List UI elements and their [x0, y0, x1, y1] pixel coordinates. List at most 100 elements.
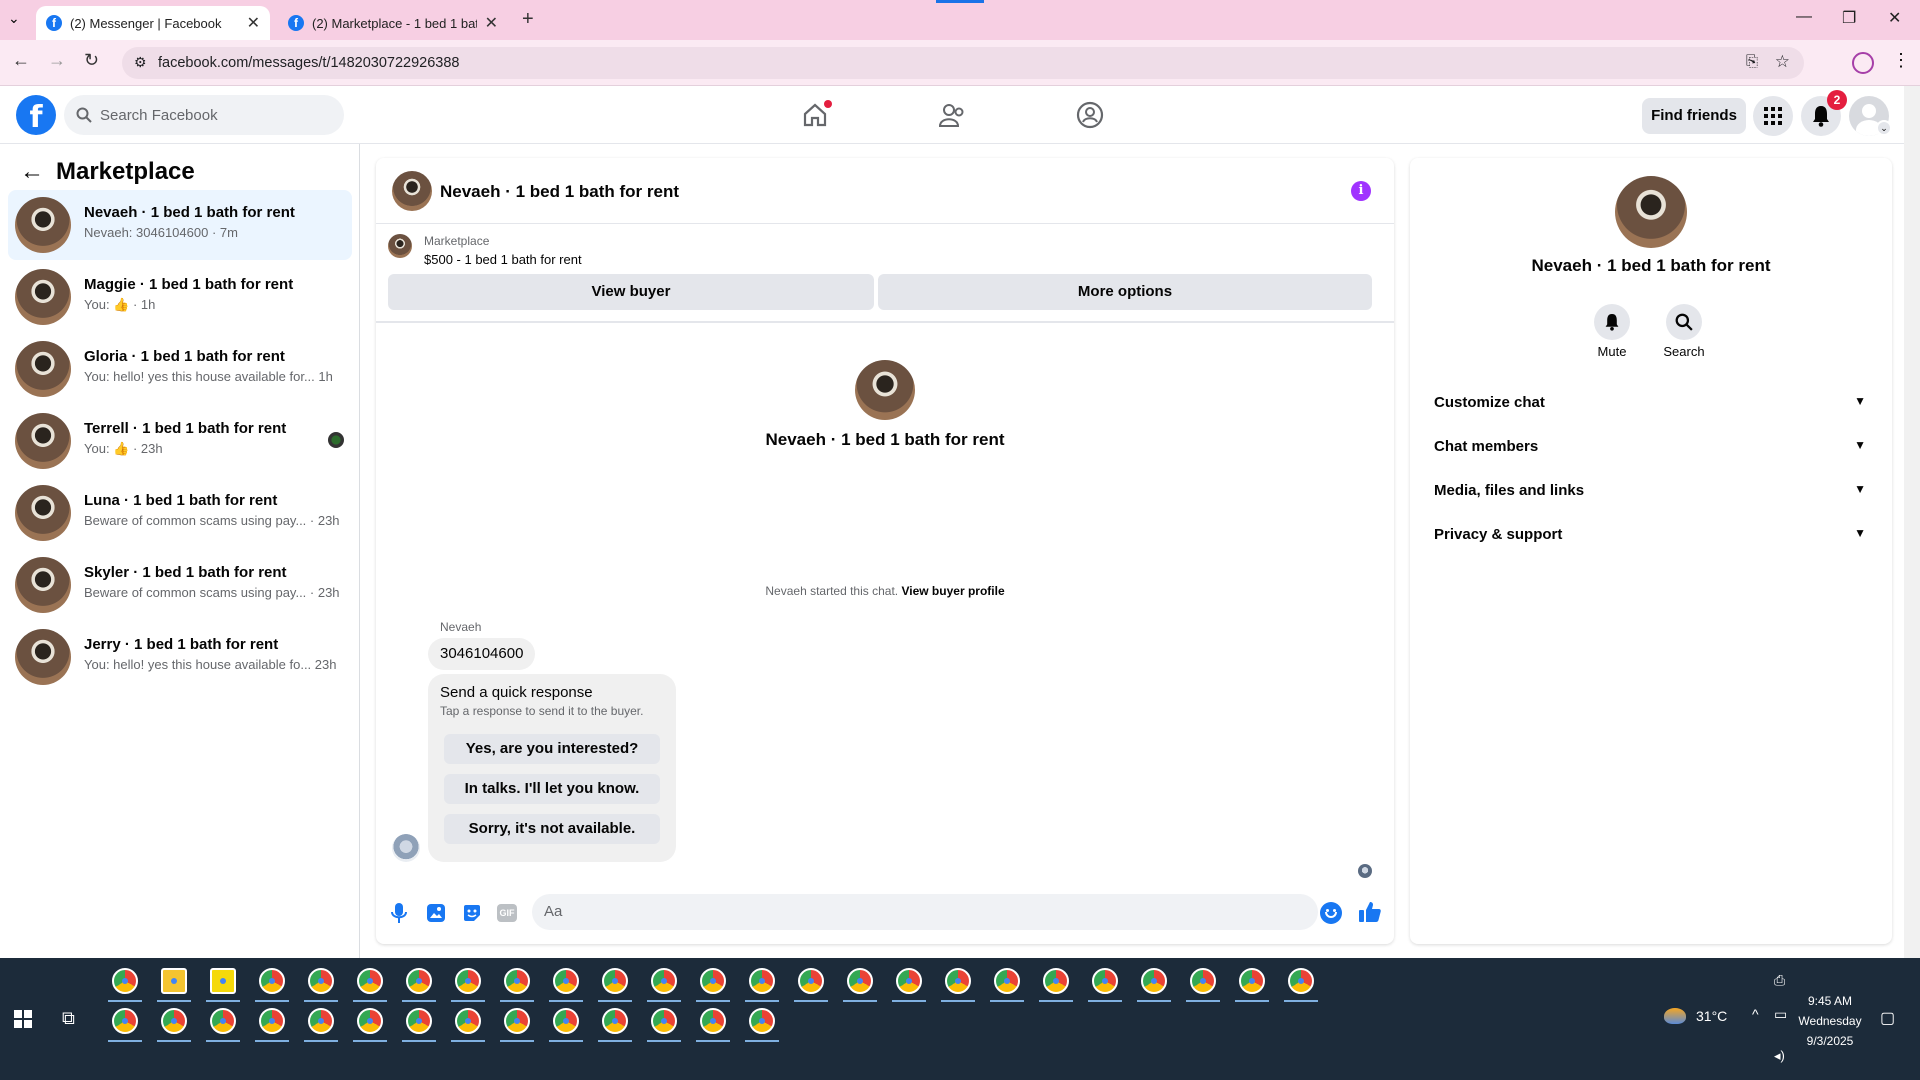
facebook-search-input[interactable]: Search Facebook: [64, 95, 344, 135]
conversation-item-maggie[interactable]: Maggie · 1 bed 1 bath for rent You: 👍 · …: [8, 262, 352, 332]
minimize-icon[interactable]: —: [1796, 8, 1812, 26]
install-app-icon[interactable]: ⎘: [1746, 53, 1758, 70]
network-icon[interactable]: ▭: [1774, 1006, 1787, 1023]
conversation-item-luna[interactable]: Luna · 1 bed 1 bath for rent Beware of c…: [8, 478, 352, 548]
reload-icon[interactable]: ↻: [84, 50, 99, 71]
conversation-item-nevaeh[interactable]: Nevaeh · 1 bed 1 bath for rent Nevaeh: 3…: [8, 190, 352, 260]
chrome-app-icon[interactable]: [602, 1008, 628, 1034]
view-buyer-button[interactable]: View buyer: [388, 274, 874, 310]
browser-menu-icon[interactable]: ⋮: [1892, 50, 1910, 71]
restore-icon[interactable]: ❐: [1842, 8, 1856, 28]
clock-date[interactable]: 9/3/2025: [1796, 1034, 1864, 1048]
chrome-app-icon[interactable]: [308, 968, 334, 994]
volume-icon[interactable]: ◂): [1774, 1048, 1785, 1064]
chrome-app-icon[interactable]: [749, 968, 775, 994]
chrome-app-icon[interactable]: [112, 1008, 138, 1034]
conversation-item-gloria[interactable]: Gloria · 1 bed 1 bath for rent You: hell…: [8, 334, 352, 404]
chrome-app-icon[interactable]: [749, 1008, 775, 1034]
more-options-button[interactable]: More options: [878, 274, 1372, 310]
chrome-app-icon[interactable]: [847, 968, 873, 994]
task-view-icon[interactable]: ⧉: [62, 1008, 75, 1029]
chrome-app-icon[interactable]: [1092, 968, 1118, 994]
microphone-icon[interactable]: [390, 902, 408, 924]
temperature[interactable]: 31°C: [1696, 1008, 1727, 1024]
find-friends-button[interactable]: Find friends: [1642, 98, 1746, 134]
chrome-app-icon[interactable]: [553, 968, 579, 994]
conversation-item-terrell[interactable]: Terrell · 1 bed 1 bath for rent You: 👍 ·…: [8, 406, 352, 476]
chrome-app-icon[interactable]: [455, 968, 481, 994]
emoji-icon[interactable]: [1320, 902, 1342, 924]
message-input[interactable]: Aa: [532, 894, 1318, 930]
listing-title[interactable]: $500 - 1 bed 1 bath for rent: [424, 252, 582, 267]
friends-icon[interactable]: [938, 102, 966, 128]
chrome-app-icon[interactable]: [896, 968, 922, 994]
chrome-app-icon[interactable]: [1043, 968, 1069, 994]
chrome-app-icon[interactable]: [406, 968, 432, 994]
close-window-icon[interactable]: ✕: [1888, 8, 1901, 28]
chrome-app-icon[interactable]: [259, 1008, 285, 1034]
notifications-center-icon[interactable]: ▢: [1880, 1008, 1895, 1028]
mute-button[interactable]: [1594, 304, 1630, 340]
menu-grid-button[interactable]: [1753, 96, 1793, 136]
chrome-app-icon[interactable]: [504, 968, 530, 994]
back-arrow-icon[interactable]: ←: [20, 158, 44, 186]
chrome-app-icon[interactable]: [1141, 968, 1167, 994]
chrome-app-icon[interactable]: [406, 1008, 432, 1034]
profile-icon[interactable]: [1852, 52, 1874, 74]
gif-icon[interactable]: GIF: [497, 904, 517, 922]
clock-day[interactable]: Wednesday: [1796, 1014, 1864, 1028]
privacy-support-section[interactable]: Privacy & support ▼: [1424, 512, 1878, 556]
chrome-app-icon[interactable]: [161, 1008, 187, 1034]
chrome-app-icon[interactable]: [700, 1008, 726, 1034]
search-conversation-button[interactable]: [1666, 304, 1702, 340]
chrome-app-icon[interactable]: [651, 968, 677, 994]
quick-response-in-talks-button[interactable]: In talks. I'll let you know.: [444, 774, 660, 804]
tab-search-chevron-icon[interactable]: ⌄: [8, 10, 20, 27]
chrome-app-icon[interactable]: [455, 1008, 481, 1034]
forward-arrow-icon[interactable]: →: [48, 50, 66, 71]
account-chevron-icon[interactable]: ⌄: [1876, 120, 1892, 136]
avatar[interactable]: [392, 171, 432, 211]
thumbs-up-icon[interactable]: [1358, 900, 1382, 924]
chrome-app-icon[interactable]: [308, 1008, 334, 1034]
chrome-app-icon[interactable]: [357, 968, 383, 994]
windows-start-icon[interactable]: [14, 1010, 32, 1028]
chrome-app-icon[interactable]: [357, 1008, 383, 1034]
tray-device-icon[interactable]: ⎙: [1774, 972, 1785, 989]
chrome-app-icon[interactable]: [945, 968, 971, 994]
customize-chat-section[interactable]: Customize chat ▼: [1424, 380, 1878, 424]
clock-time[interactable]: 9:45 AM: [1804, 994, 1856, 1008]
chrome-app-icon[interactable]: [1239, 968, 1265, 994]
tab-marketplace[interactable]: f (2) Marketplace - 1 bed 1 bath ✕: [278, 6, 508, 40]
tab-messenger[interactable]: f (2) Messenger | Facebook ✕: [36, 6, 270, 40]
close-tab-icon[interactable]: ✕: [485, 13, 498, 33]
chrome-app-icon[interactable]: [504, 1008, 530, 1034]
file-explorer-icon[interactable]: [161, 968, 187, 994]
chrome-app-icon[interactable]: [259, 968, 285, 994]
chrome-app-icon[interactable]: [1288, 968, 1314, 994]
sticky-notes-icon[interactable]: [210, 968, 236, 994]
close-tab-icon[interactable]: ✕: [247, 13, 260, 33]
facebook-logo-icon[interactable]: f: [16, 95, 56, 135]
chat-members-section[interactable]: Chat members ▼: [1424, 424, 1878, 468]
chrome-app-icon[interactable]: [112, 968, 138, 994]
new-tab-plus-icon[interactable]: +: [522, 8, 534, 31]
url-input[interactable]: ⚙ facebook.com/messages/t/14820307229263…: [122, 47, 1804, 79]
chrome-app-icon[interactable]: [1190, 968, 1216, 994]
conversation-item-jerry[interactable]: Jerry · 1 bed 1 bath for rent You: hello…: [8, 622, 352, 692]
media-files-links-section[interactable]: Media, files and links ▼: [1424, 468, 1878, 512]
groups-icon[interactable]: [1076, 101, 1104, 129]
page-scrollbar[interactable]: [1904, 86, 1920, 958]
show-hidden-icons-icon[interactable]: ^: [1752, 1006, 1759, 1022]
weather-icon[interactable]: [1664, 1008, 1686, 1024]
conversation-item-skyler[interactable]: Skyler · 1 bed 1 bath for rent Beware of…: [8, 550, 352, 620]
chrome-app-icon[interactable]: [210, 1008, 236, 1034]
chrome-app-icon[interactable]: [994, 968, 1020, 994]
message-bubble[interactable]: 3046104600: [428, 638, 536, 670]
sticker-icon[interactable]: [462, 903, 482, 923]
avatar[interactable]: [1615, 176, 1687, 248]
back-arrow-icon[interactable]: ←: [12, 50, 30, 71]
quick-response-sorry-button[interactable]: Sorry, it's not available.: [444, 814, 660, 844]
chrome-app-icon[interactable]: [798, 968, 824, 994]
chrome-app-icon[interactable]: [602, 968, 628, 994]
